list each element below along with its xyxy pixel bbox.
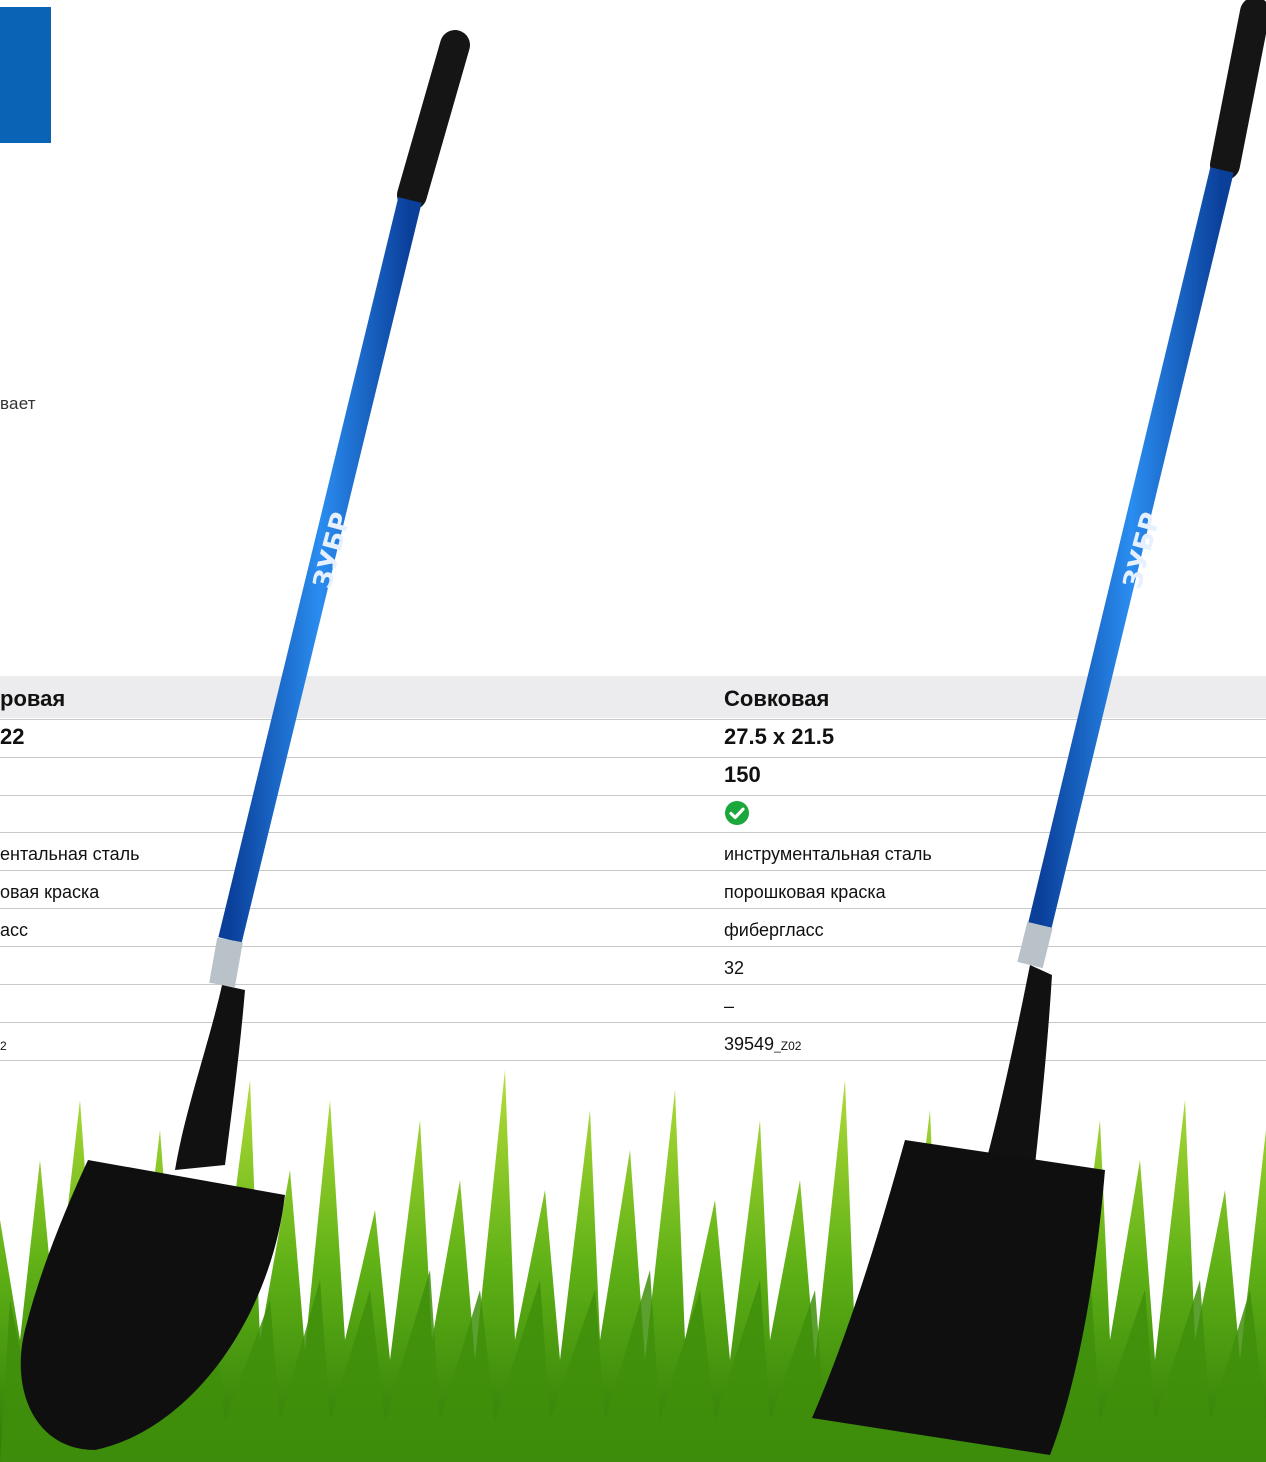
left-size: 22 [0,724,25,749]
row-divider [0,908,1266,909]
right-size: 27.5 x 21.5 [724,724,835,749]
intro-text-fragment: вает [0,394,36,413]
row-divider [0,870,1266,871]
right-diameter: 32 [724,958,745,978]
left-handle: асс [0,920,29,940]
row-divider [0,984,1266,985]
table-header-band [0,676,1266,718]
right-length: 150 [724,762,761,787]
row-divider [0,757,1266,758]
handle-brand-text-right: ЗУБР [1118,509,1167,592]
brand-color-block [0,7,51,143]
row-divider [0,719,1266,720]
right-dash: – [724,996,735,1016]
right-material: инструментальная сталь [724,844,932,864]
handle-brand-text-left: ЗУБР [308,509,357,592]
grass-illustration [0,1070,1266,1462]
right-type: Совковая [724,686,830,711]
right-coating: порошковая краска [724,882,886,902]
row-divider [0,1022,1266,1023]
left-material: ентальная сталь [0,844,140,864]
right-check [724,800,750,831]
right-handle: фибергласс [724,920,824,940]
row-divider [0,832,1266,833]
row-divider [0,946,1266,947]
check-circle-icon [725,801,749,825]
left-type: ровая [0,686,66,711]
row-divider [0,795,1266,796]
left-coating: овая краска [0,882,100,902]
